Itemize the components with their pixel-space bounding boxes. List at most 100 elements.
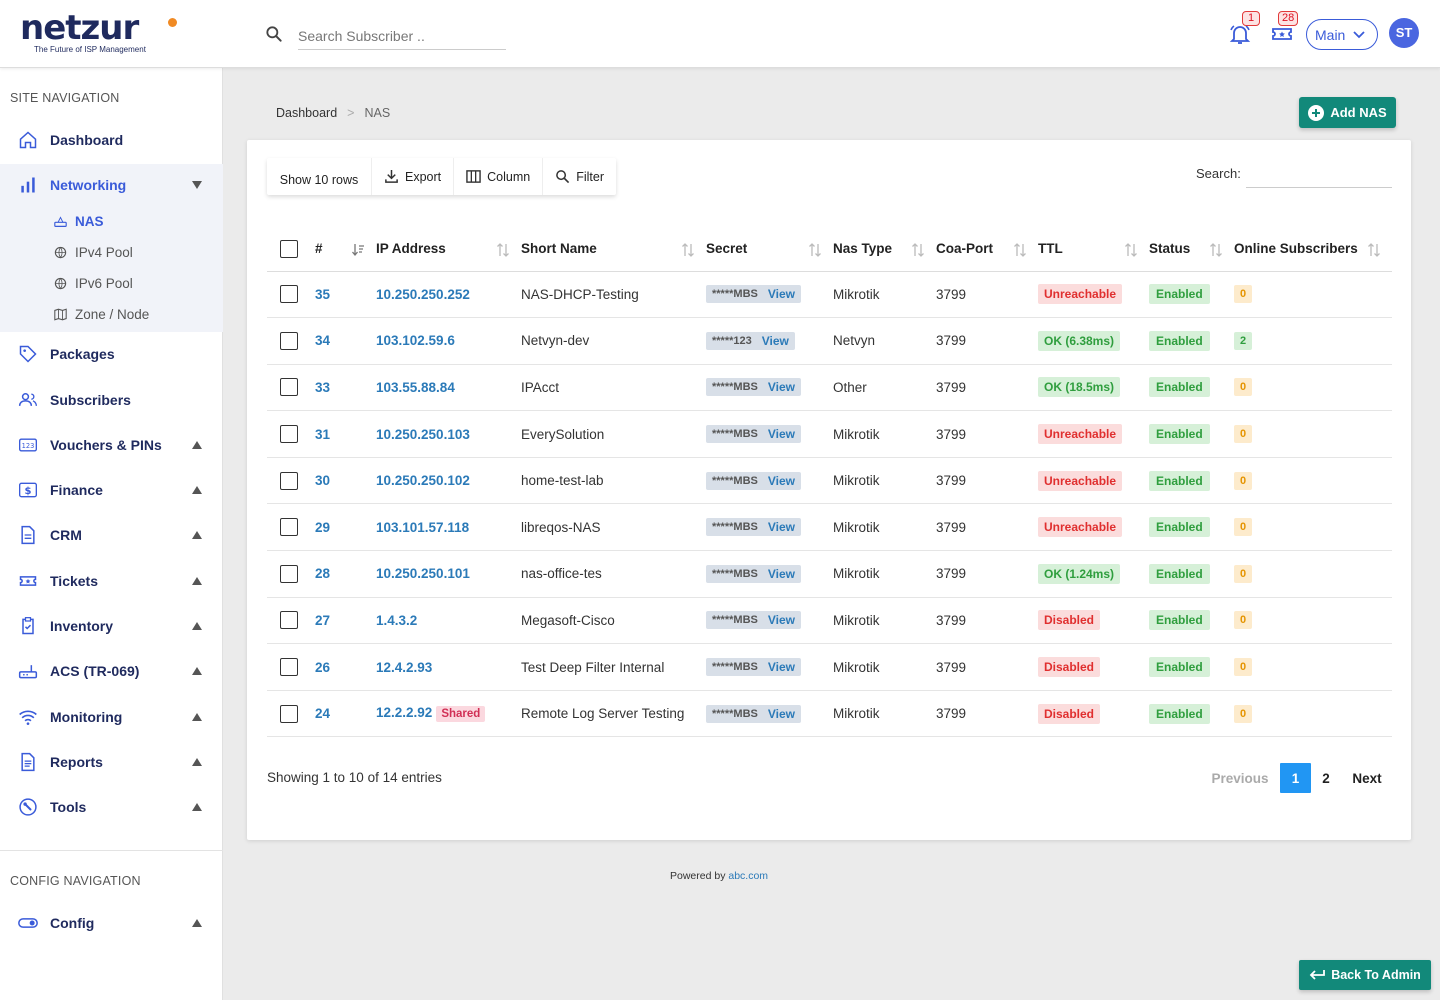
sidebar-item-subscribers[interactable]: Subscribers xyxy=(0,380,223,420)
nas-id-link[interactable]: 30 xyxy=(315,473,330,488)
view-secret-button[interactable]: View xyxy=(768,660,795,674)
nas-id-link[interactable]: 34 xyxy=(315,333,330,348)
sidebar-subitem-nas[interactable]: NAS xyxy=(54,209,104,233)
sidebar-subitem-ipv6-pool[interactable]: IPv6 Pool xyxy=(54,271,133,295)
online-count-badge: 0 xyxy=(1234,564,1253,583)
view-secret-button[interactable]: View xyxy=(768,380,795,394)
nas-ip-link[interactable]: 1.4.3.2 xyxy=(376,613,417,628)
row-checkbox[interactable] xyxy=(280,704,298,723)
id-cell: 33 xyxy=(315,364,376,412)
sidebar-item-tickets[interactable]: Tickets xyxy=(0,561,223,601)
view-secret-button[interactable]: View xyxy=(768,427,795,441)
sidebar-item-reports[interactable]: Reports xyxy=(0,742,223,782)
sort-icon xyxy=(1210,243,1222,257)
row-checkbox[interactable] xyxy=(280,378,298,397)
sidebar-item-monitoring[interactable]: Monitoring xyxy=(0,697,223,737)
row-checkbox[interactable] xyxy=(280,331,298,350)
nas-ip-link[interactable]: 12.4.2.93 xyxy=(376,660,432,675)
sidebar-item-networking[interactable]: Networking xyxy=(0,165,223,205)
export-button[interactable]: Export xyxy=(372,158,455,195)
previous-page-button[interactable]: Previous xyxy=(1203,763,1277,793)
ttl-badge: Disabled xyxy=(1038,657,1101,678)
sidebar-item-config[interactable]: Config xyxy=(0,903,223,943)
column-header-coa-port[interactable]: Coa-Port xyxy=(936,227,1038,272)
column-header-online-subscribers[interactable]: Online Subscribers xyxy=(1234,227,1392,272)
status-badge: Enabled xyxy=(1149,284,1210,305)
sidebar-subitem-ipv4-pool[interactable]: IPv4 Pool xyxy=(54,240,133,264)
view-secret-button[interactable]: View xyxy=(768,613,795,627)
nas-id-link[interactable]: 35 xyxy=(315,287,330,302)
nas-id-link[interactable]: 24 xyxy=(315,706,330,721)
column-button[interactable]: Column xyxy=(454,158,544,195)
view-secret-button[interactable]: View xyxy=(768,567,795,581)
plus-circle-icon xyxy=(1308,104,1325,121)
row-checkbox[interactable] xyxy=(280,471,298,490)
column-header-ttl[interactable]: TTL xyxy=(1038,227,1149,272)
breadcrumb-dashboard-link[interactable]: Dashboard xyxy=(276,106,337,120)
nas-ip-link[interactable]: 10.250.250.101 xyxy=(376,566,470,581)
filter-button[interactable]: Filter xyxy=(543,158,616,195)
nas-id-link[interactable]: 31 xyxy=(315,427,330,442)
row-checkbox[interactable] xyxy=(280,611,298,630)
sidebar-item-tools[interactable]: Tools xyxy=(0,787,223,827)
view-secret-button[interactable]: View xyxy=(768,520,795,534)
row-checkbox[interactable] xyxy=(280,518,298,537)
row-checkbox[interactable] xyxy=(280,564,298,583)
caret-up-icon xyxy=(192,758,202,766)
nas-id-link[interactable]: 29 xyxy=(315,520,330,535)
select-all-checkbox[interactable] xyxy=(280,239,298,258)
column-header-ip[interactable]: IP Address xyxy=(376,227,521,272)
nas-id-link[interactable]: 26 xyxy=(315,660,330,675)
nas-ip-link[interactable]: 103.102.59.6 xyxy=(376,333,455,348)
subscriber-search-input[interactable] xyxy=(298,22,506,50)
nas-ip-link[interactable]: 103.55.88.84 xyxy=(376,380,455,395)
sidebar-item-finance[interactable]: $ Finance xyxy=(0,470,223,510)
table-toolbar: Show 10 rows Export Column Filter xyxy=(267,158,616,195)
secret-badge: *****MBS View xyxy=(706,518,801,537)
column-header-nas-type[interactable]: Nas Type xyxy=(833,227,936,272)
rows-per-page-button[interactable]: Show 10 rows xyxy=(267,158,372,195)
nas-ip-link[interactable]: 10.250.250.103 xyxy=(376,427,470,442)
column-header-status[interactable]: Status xyxy=(1149,227,1234,272)
nas-type-cell: Mikrotik xyxy=(833,643,936,691)
nas-id-link[interactable]: 28 xyxy=(315,566,330,581)
sidebar-item-crm[interactable]: CRM xyxy=(0,515,223,555)
sidebar-item-acs[interactable]: ACS (TR-069) xyxy=(0,651,223,691)
next-page-button[interactable]: Next xyxy=(1341,763,1393,793)
sidebar-item-inventory[interactable]: Inventory xyxy=(0,606,223,646)
sidebar-subitem-zone-node[interactable]: Zone / Node xyxy=(54,302,149,326)
workspace-select[interactable]: Main xyxy=(1306,19,1378,50)
secret-badge: *****MBS View xyxy=(706,704,801,723)
view-secret-button[interactable]: View xyxy=(768,287,795,301)
nas-ip-link[interactable]: 10.250.250.102 xyxy=(376,473,470,488)
row-checkbox[interactable] xyxy=(280,425,298,444)
back-to-admin-button[interactable]: Back To Admin xyxy=(1299,960,1431,990)
view-secret-button[interactable]: View xyxy=(762,334,789,348)
view-secret-button[interactable]: View xyxy=(768,474,795,488)
nas-id-link[interactable]: 27 xyxy=(315,613,330,628)
row-checkbox[interactable] xyxy=(280,285,298,304)
logo[interactable]: netzur The Future of ISP Management xyxy=(20,10,177,54)
column-header-short-name[interactable]: Short Name xyxy=(521,227,706,272)
table-search-input[interactable] xyxy=(1246,158,1392,188)
row-checkbox[interactable] xyxy=(280,658,298,677)
view-secret-button[interactable]: View xyxy=(768,707,795,721)
page-2-button[interactable]: 2 xyxy=(1311,763,1341,793)
sidebar-item-vouchers-pins[interactable]: 123 Vouchers & PINs xyxy=(0,425,223,465)
footer-link[interactable]: abc.com xyxy=(728,870,768,882)
row-select-cell xyxy=(267,643,315,691)
page-1-button[interactable]: 1 xyxy=(1280,763,1311,793)
sidebar-item-packages[interactable]: Packages xyxy=(0,334,223,374)
sidebar-item-dashboard[interactable]: Dashboard xyxy=(0,120,223,160)
column-header-secret[interactable]: Secret xyxy=(706,227,833,272)
clipboard-check-icon xyxy=(22,617,34,635)
status-cell: Enabled xyxy=(1149,643,1234,691)
nas-id-link[interactable]: 33 xyxy=(315,380,330,395)
column-header-id[interactable]: # xyxy=(315,227,376,272)
nas-ip-link[interactable]: 10.250.250.252 xyxy=(376,287,470,302)
id-cell: 26 xyxy=(315,643,376,691)
user-avatar[interactable]: ST xyxy=(1389,18,1419,48)
nas-ip-link[interactable]: 103.101.57.118 xyxy=(376,520,469,535)
nas-ip-link[interactable]: 12.2.2.92 xyxy=(376,705,432,720)
add-nas-button[interactable]: Add NAS xyxy=(1299,97,1396,128)
